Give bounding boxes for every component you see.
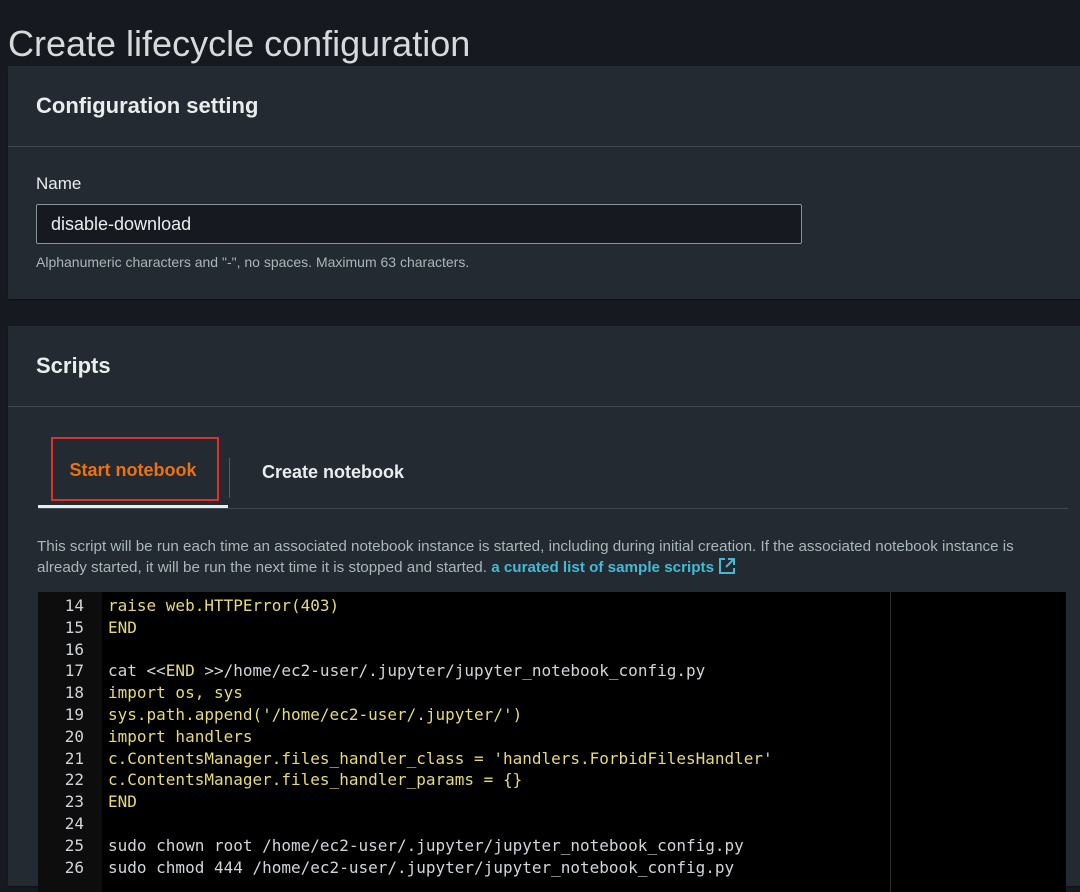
code-line: 26 sudo chmod 444 /home/ec2-user/.jupyter…: [38, 857, 734, 879]
line-number: 24: [64, 814, 84, 833]
code-text: c.ContentsManager.files_handler_class = …: [108, 748, 773, 768]
line-number: 17: [64, 661, 84, 681]
line-number: 15: [64, 617, 84, 637]
name-label: Name: [36, 174, 82, 193]
print-margin: [890, 592, 891, 892]
line-number: 21: [64, 748, 84, 768]
line-number: 23: [64, 792, 84, 812]
code-line: 17 cat <<END >>/home/ec2-user/.jupyter/ju…: [38, 660, 706, 682]
script-tabs: Start notebook Create notebook: [38, 436, 1068, 509]
scripts-heading: Scripts: [36, 353, 111, 378]
configuration-setting-header: Configuration setting: [8, 66, 1080, 147]
code-line: 19 sys.path.append('/home/ec2-user/.jupyt…: [38, 704, 522, 726]
script-description: This script will be run each time an ass…: [37, 536, 1057, 581]
code-text: sudo chown root /home/ec2-user/.jupyter/…: [108, 835, 744, 855]
sample-scripts-link-label: a curated list of sample scripts: [491, 559, 715, 576]
code-text: import os, sys: [108, 683, 243, 703]
line-number: 26: [64, 857, 84, 877]
code-line: 14 raise web.HTTPError(403): [38, 595, 339, 617]
code-text: sys.path.append('/home/ec2-user/.jupyter…: [108, 705, 523, 724]
line-number: 25: [64, 835, 84, 855]
code-text: sudo chmod 444 /home/ec2-user/.jupyter/j…: [108, 857, 735, 877]
code-editor[interactable]: 14 raise web.HTTPError(403) 15 END 16 17 cat <…: [38, 592, 1066, 892]
sample-scripts-link[interactable]: a curated list of sample scripts: [491, 558, 736, 576]
line-number: 14: [64, 596, 84, 615]
code-line: 20 import handlers: [38, 726, 253, 748]
configuration-setting-panel: Configuration setting Name Alphanumeric …: [8, 66, 1080, 299]
tab-create-notebook[interactable]: Create notebook: [238, 436, 428, 508]
line-number: 19: [64, 705, 84, 724]
line-number: 20: [64, 726, 84, 746]
code-text: END: [108, 792, 137, 812]
page-title: Create lifecycle configuration: [8, 23, 471, 65]
name-input[interactable]: [36, 204, 802, 244]
name-hint: Alphanumeric characters and "-", no spac…: [36, 254, 470, 270]
code-line: 25 sudo chown root /home/ec2-user/.jupyte…: [38, 835, 744, 857]
configuration-setting-heading: Configuration setting: [36, 93, 259, 118]
code-line: 22 c.ContentsManager.files_handler_params…: [38, 769, 522, 791]
tab-start-notebook[interactable]: Start notebook: [38, 436, 228, 508]
code-text: import handlers: [108, 726, 253, 746]
code-line: 23 END: [38, 791, 137, 813]
code-text: cat <<END >>/home/ec2-user/.jupyter/jupy…: [108, 661, 706, 681]
code-line: 24: [38, 813, 84, 835]
code-line: 21 c.ContentsManager.files_handler_class …: [38, 748, 773, 770]
tab-start-notebook-label: Start notebook: [69, 460, 197, 480]
scripts-panel: Scripts Start notebook Create notebook T…: [8, 326, 1080, 892]
line-number: 16: [64, 639, 84, 659]
tab-divider: [229, 458, 230, 498]
code-line: 18 import os, sys: [38, 682, 243, 704]
code-text: raise web.HTTPError(403): [108, 596, 340, 615]
code-line: 15 END: [38, 617, 137, 639]
line-number: 22: [64, 770, 84, 790]
tab-create-notebook-label: Create notebook: [261, 461, 405, 482]
line-number: 18: [64, 683, 84, 703]
scripts-header: Scripts: [8, 326, 1080, 407]
external-link-icon: [718, 557, 736, 581]
code-line: 16: [38, 639, 84, 661]
code-text: c.ContentsManager.files_handler_params =…: [108, 770, 523, 790]
code-text: END: [108, 617, 137, 637]
